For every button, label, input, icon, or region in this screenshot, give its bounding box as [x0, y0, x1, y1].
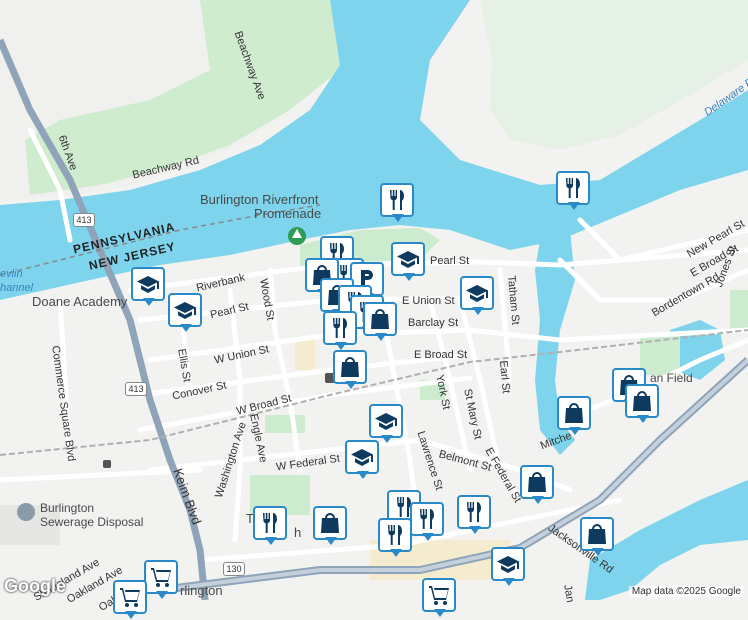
- restaurant-icon: [457, 495, 491, 529]
- shopping-pin[interactable]: [557, 396, 591, 436]
- label-burlington-city: rlington: [180, 583, 223, 598]
- pin-pointer: [125, 611, 137, 619]
- restaurant-pin[interactable]: [380, 183, 414, 223]
- route-413-shield: 413: [73, 213, 95, 227]
- restaurant-pin[interactable]: [378, 518, 412, 558]
- shopping-pin[interactable]: [363, 302, 397, 342]
- restaurant-icon: [380, 183, 414, 217]
- shopping-pin[interactable]: [580, 517, 614, 557]
- shopping-icon: [313, 506, 347, 540]
- pin-pointer: [469, 526, 481, 534]
- school-icon: [369, 404, 403, 438]
- grocery-icon: [113, 580, 147, 614]
- shopping-pin[interactable]: [520, 465, 554, 505]
- restaurant-pin[interactable]: [323, 311, 357, 351]
- pin-pointer: [434, 609, 446, 617]
- pin-pointer: [568, 202, 580, 210]
- school-pin[interactable]: [168, 293, 202, 333]
- label-channel: hannel: [0, 282, 34, 294]
- restaurant-icon: [556, 171, 590, 205]
- shaded-block: [295, 340, 315, 370]
- school-pin[interactable]: [131, 267, 165, 307]
- shopping-pin[interactable]: [625, 384, 659, 424]
- pin-pointer: [392, 214, 404, 222]
- pin-pointer: [375, 333, 387, 341]
- shopping-icon: [333, 350, 367, 384]
- pin-pointer: [265, 537, 277, 545]
- restaurant-icon: [378, 518, 412, 552]
- pin-pointer: [156, 591, 168, 599]
- label-earl-st: Earl St: [497, 359, 512, 394]
- google-logo: Google: [4, 576, 66, 596]
- label-pearl-st-e: Pearl St: [430, 255, 470, 267]
- label-burlington-sewage-2: Sewerage Disposal: [40, 515, 144, 529]
- pin-pointer: [180, 324, 192, 332]
- school-pin[interactable]: [369, 404, 403, 444]
- pin-pointer: [381, 435, 393, 443]
- grocery-pin[interactable]: [422, 578, 456, 618]
- school-pin[interactable]: [345, 440, 379, 480]
- school-icon: [460, 276, 494, 310]
- school-pin[interactable]: [391, 242, 425, 282]
- shopping-icon: [625, 384, 659, 418]
- restaurant-pin[interactable]: [253, 506, 287, 546]
- shopping-pin[interactable]: [313, 506, 347, 546]
- shopping-icon: [520, 465, 554, 499]
- grocery-icon: [144, 560, 178, 594]
- park-3: [730, 290, 748, 330]
- pin-pointer: [503, 578, 515, 586]
- pin-pointer: [345, 381, 357, 389]
- label-the-library-2: h: [294, 525, 302, 540]
- label-levlin: evlin: [0, 268, 23, 280]
- label-riverfront-promenade-2: Promenade: [254, 206, 322, 221]
- label-jan: Jan: [561, 583, 577, 604]
- restaurant-icon: [253, 506, 287, 540]
- school-icon: [491, 547, 525, 581]
- transit-icon: [103, 460, 111, 468]
- school-icon: [345, 440, 379, 474]
- restaurant-pin[interactable]: [556, 171, 590, 211]
- route-130-shield: 130: [223, 562, 245, 576]
- grocery-icon: [422, 578, 456, 612]
- shopping-icon: [580, 517, 614, 551]
- pin-pointer: [422, 533, 434, 541]
- label-e-union-st: E Union St: [402, 295, 455, 307]
- pin-pointer: [637, 415, 649, 423]
- grocery-pin[interactable]: [113, 580, 147, 620]
- restaurant-icon: [323, 311, 357, 345]
- shopping-pin[interactable]: [333, 350, 367, 390]
- label-barclay-st: Barclay St: [408, 317, 459, 329]
- route-413-shield-2: 413: [125, 382, 147, 396]
- school-icon: [168, 293, 202, 327]
- pin-pointer: [325, 537, 337, 545]
- label-e-broad-st: E Broad St: [414, 349, 468, 361]
- label-field: an Field: [650, 371, 693, 385]
- restaurant-pin[interactable]: [410, 502, 444, 542]
- pin-pointer: [592, 548, 604, 556]
- shopping-icon: [557, 396, 591, 430]
- pin-pointer: [335, 342, 347, 350]
- label-doane-academy: Doane Academy: [32, 294, 128, 309]
- school-icon: [391, 242, 425, 276]
- pin-pointer: [532, 496, 544, 504]
- small-park: [265, 415, 305, 433]
- pin-pointer: [403, 273, 415, 281]
- school-pin[interactable]: [460, 276, 494, 316]
- restaurant-pin[interactable]: [457, 495, 491, 535]
- pin-pointer: [357, 471, 369, 479]
- restaurant-icon: [410, 502, 444, 536]
- label-burlington-sewage-1: Burlington: [40, 501, 95, 515]
- grocery-pin[interactable]: [144, 560, 178, 600]
- pin-pointer: [143, 298, 155, 306]
- school-icon: [131, 267, 165, 301]
- map-attribution[interactable]: Map data ©2025 Google: [628, 586, 744, 597]
- pin-pointer: [390, 549, 402, 557]
- pin-pointer: [472, 307, 484, 315]
- pin-pointer: [569, 427, 581, 435]
- sewage-place-icon: [17, 503, 35, 521]
- school-pin[interactable]: [491, 547, 525, 587]
- label-riverfront-promenade-1: Burlington Riverfront: [200, 192, 319, 207]
- shopping-icon: [363, 302, 397, 336]
